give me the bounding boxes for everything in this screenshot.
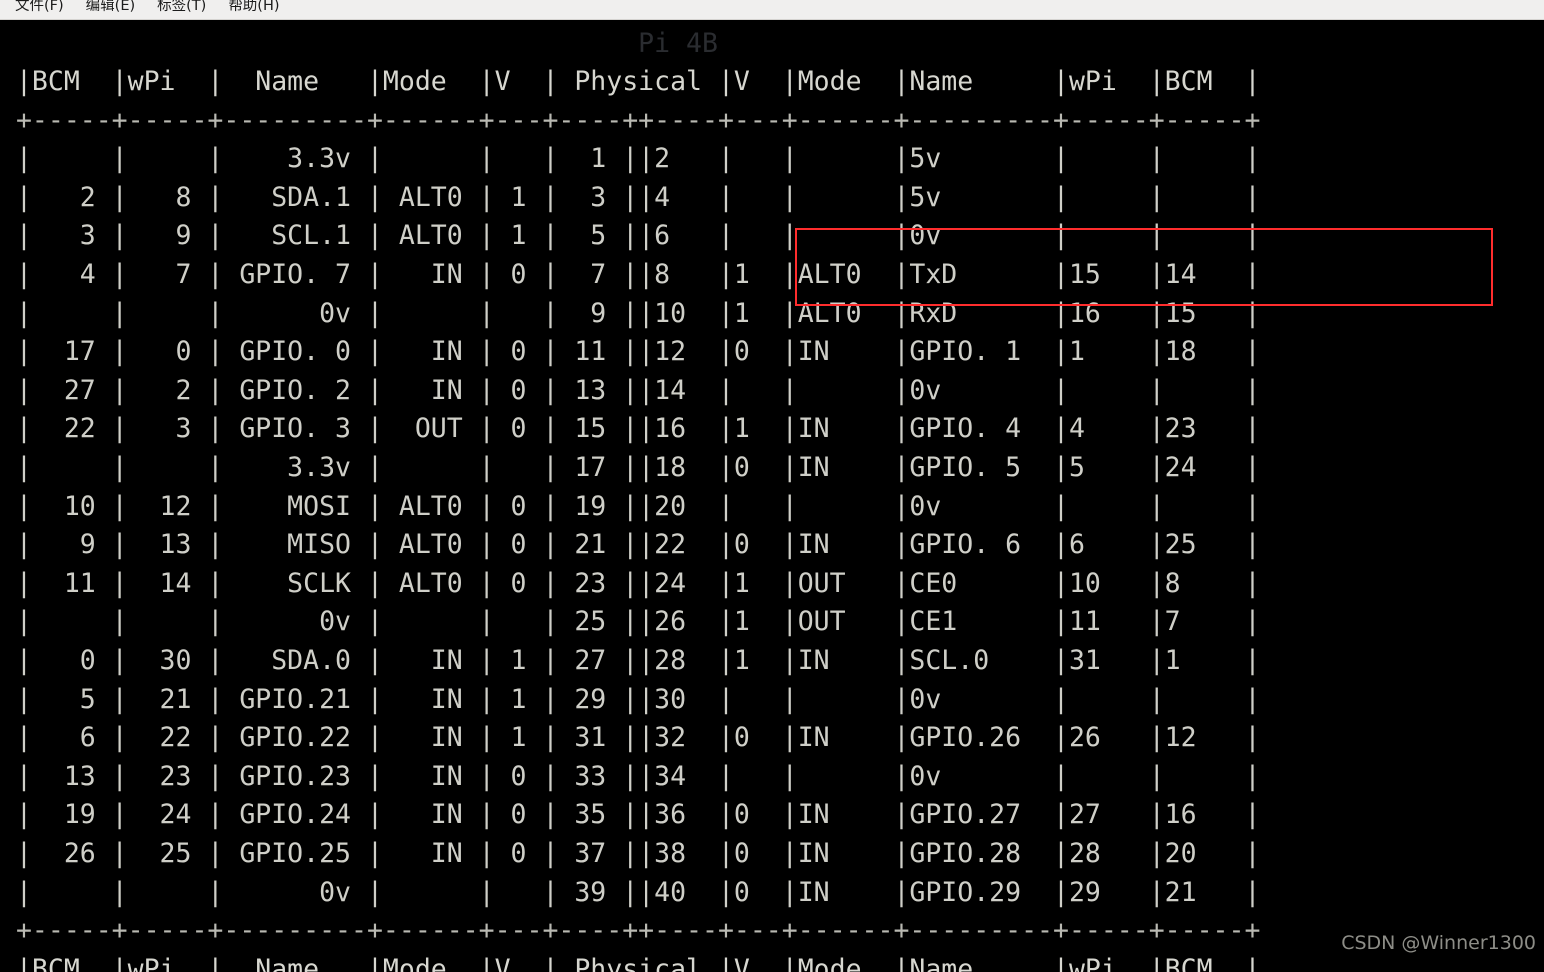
table-row: | | | 3.3v | | | 1 ||2 | | |5v | | | bbox=[0, 143, 1261, 175]
menu-bar: 文件(F) 编辑(E) 标签(T) 帮助(H) bbox=[0, 0, 1544, 20]
table-row: | 5 | 21 | GPIO.21 | IN | 1 | 29 ||30 | … bbox=[0, 683, 1261, 715]
terminal-window[interactable]: Pi 4B |BCM |wPi | Name |Mode |V | Physic… bbox=[0, 20, 1544, 972]
menu-item-file[interactable]: 文件(F) bbox=[4, 0, 75, 16]
table-row: | 2 | 8 | SDA.1 | ALT0 | 1 | 3 ||4 | | |… bbox=[0, 181, 1261, 213]
table-row: | | | 0v | | | 25 ||26 |1 |OUT |CE1 |11 … bbox=[0, 606, 1261, 638]
menu-item-edit[interactable]: 编辑(E) bbox=[75, 0, 146, 16]
menu-item-help[interactable]: 帮助(H) bbox=[217, 0, 290, 16]
hdr-row: |BCM |wPi | Name |Mode |V | Physical |V … bbox=[0, 953, 1261, 972]
sep-row: +-----+-----+---------+------+---+----++… bbox=[0, 915, 1261, 947]
table-row: | 4 | 7 | GPIO. 7 | IN | 0 | 7 ||8 |1 |A… bbox=[0, 259, 1261, 291]
table-row: | 6 | 22 | GPIO.22 | IN | 1 | 31 ||32 |0… bbox=[0, 722, 1261, 754]
hdr-row: |BCM |wPi | Name |Mode |V | Physical |V … bbox=[0, 66, 1261, 98]
table-row: | 10 | 12 | MOSI | ALT0 | 0 | 19 ||20 | … bbox=[0, 490, 1261, 522]
menu-item-tabs[interactable]: 标签(T) bbox=[146, 0, 217, 16]
title-row: Pi 4B bbox=[0, 27, 718, 59]
table-row: | 26 | 25 | GPIO.25 | IN | 0 | 37 ||38 |… bbox=[0, 837, 1261, 869]
gpio-readall-output: Pi 4B |BCM |wPi | Name |Mode |V | Physic… bbox=[0, 25, 1260, 972]
sep-row: +-----+-----+---------+------+---+----++… bbox=[0, 104, 1261, 136]
table-row: | 11 | 14 | SCLK | ALT0 | 0 | 23 ||24 |1… bbox=[0, 567, 1261, 599]
table-row: | 13 | 23 | GPIO.23 | IN | 0 | 33 ||34 |… bbox=[0, 760, 1261, 792]
table-row: | 0 | 30 | SDA.0 | IN | 1 | 27 ||28 |1 |… bbox=[0, 645, 1261, 676]
table-row: | 19 | 24 | GPIO.24 | IN | 0 | 35 ||36 |… bbox=[0, 799, 1261, 831]
table-row: | 9 | 13 | MISO | ALT0 | 0 | 21 ||22 |0 … bbox=[0, 529, 1261, 561]
table-row: | | | 0v | | | 39 ||40 |0 |IN |GPIO.29 |… bbox=[0, 876, 1261, 908]
table-row: | | | 0v | | | 9 ||10 |1 |ALT0 |RxD |16 … bbox=[0, 297, 1261, 329]
table-row: | 3 | 9 | SCL.1 | ALT0 | 1 | 5 ||6 | | |… bbox=[0, 220, 1261, 252]
table-row: | 27 | 2 | GPIO. 2 | IN | 0 | 13 ||14 | … bbox=[0, 374, 1261, 406]
table-row: | 22 | 3 | GPIO. 3 | OUT | 0 | 15 ||16 |… bbox=[0, 413, 1261, 445]
table-row: | | | 3.3v | | | 17 ||18 |0 |IN |GPIO. 5… bbox=[0, 452, 1261, 484]
table-row: | 17 | 0 | GPIO. 0 | IN | 0 | 11 ||12 |0… bbox=[0, 336, 1261, 368]
csdn-watermark: CSDN @Winner1300 bbox=[1341, 932, 1536, 954]
